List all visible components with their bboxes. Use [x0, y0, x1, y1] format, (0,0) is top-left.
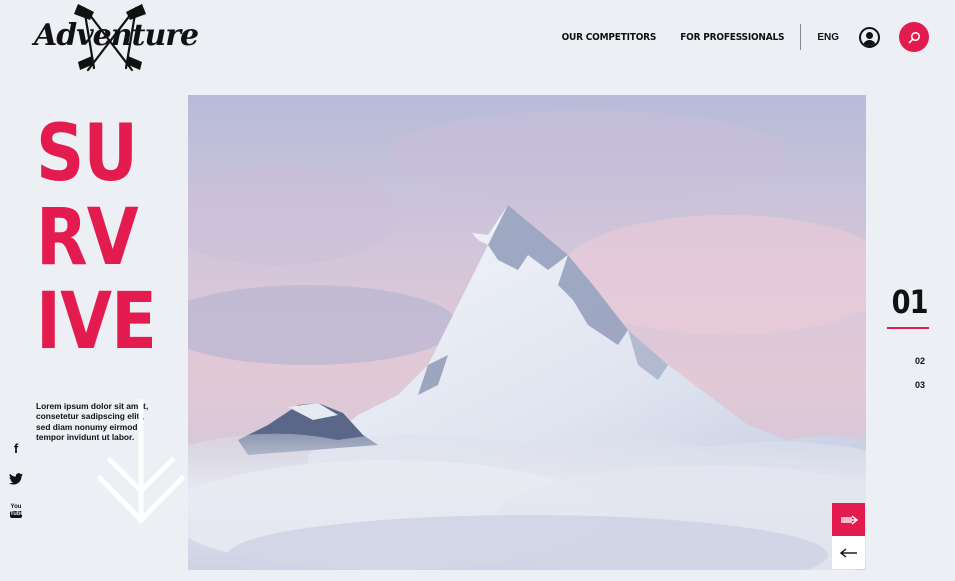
search-button[interactable] [899, 22, 929, 52]
hero-image [188, 95, 866, 570]
twitter-icon [9, 473, 23, 485]
user-icon[interactable] [859, 26, 880, 48]
pager-item-03[interactable]: 03 [885, 380, 929, 390]
hero-title-line: SU [36, 109, 138, 199]
logo[interactable]: Adventure [34, 2, 199, 72]
youtube-icon: You Tube [10, 504, 24, 518]
youtube-icon-bottom: Tube [10, 511, 24, 518]
slide-prev-button[interactable] [832, 536, 865, 569]
hero-title: SU RV IVE [36, 109, 157, 367]
arrow-left-icon [839, 547, 857, 558]
social-links: f You Tube [8, 442, 24, 535]
nav-divider [800, 24, 802, 50]
logo-text: Adventure [34, 18, 199, 53]
facebook-icon: f [13, 441, 19, 456]
nav-link-our-competitors[interactable]: OUR COMPETITORS [562, 32, 657, 43]
arrow-right-icon [840, 514, 858, 525]
top-nav: OUR COMPETITORS FOR PROFESSIONALS ENG [562, 22, 929, 52]
hero-title-line: RV [36, 193, 139, 283]
pager-current-underline [887, 327, 929, 329]
slide-pager: 01 02 03 [885, 280, 929, 390]
youtube-link[interactable]: You Tube [8, 504, 24, 535]
scroll-down-arrow-icon[interactable] [96, 398, 186, 526]
hero-title-line: IVE [36, 277, 157, 367]
language-selector[interactable]: ENG [817, 32, 839, 43]
pager-item-02[interactable]: 02 [885, 356, 929, 366]
pager-current[interactable]: 01 [892, 280, 929, 324]
nav-link-for-professionals[interactable]: FOR PROFESSIONALS [680, 32, 784, 43]
mountain-image [188, 95, 866, 570]
facebook-link[interactable]: f [8, 442, 24, 473]
slide-next-button[interactable] [832, 503, 865, 536]
search-icon [908, 31, 920, 43]
youtube-icon-top: You [10, 504, 22, 510]
twitter-link[interactable] [8, 473, 24, 504]
